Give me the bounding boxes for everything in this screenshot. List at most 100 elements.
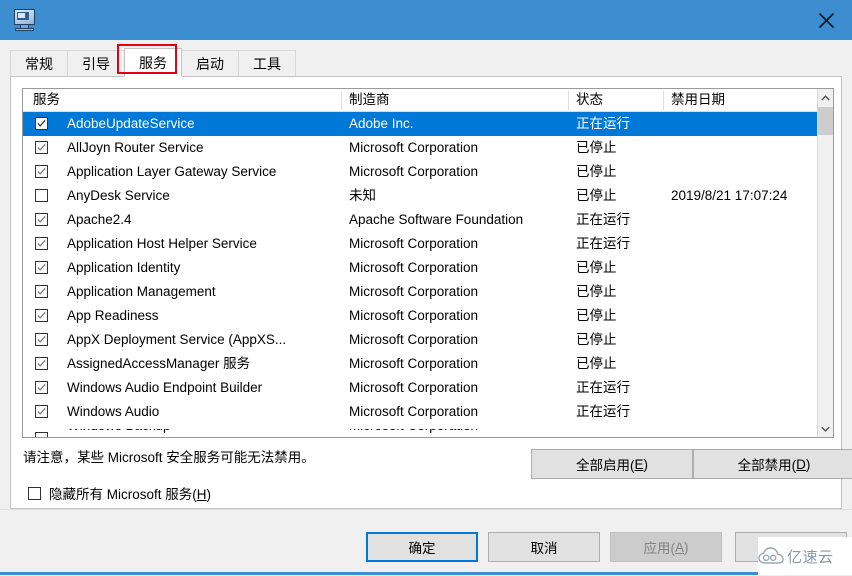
service-vendor: Microsoft Corporation bbox=[349, 332, 479, 347]
service-name: App Readiness bbox=[67, 308, 159, 323]
table-row[interactable]: AnyDesk Service 未知 已停止 2019/8/21 17:07:2… bbox=[23, 184, 817, 208]
column-header-disabled-date[interactable]: 禁用日期 bbox=[671, 89, 811, 111]
service-status: 正在运行 bbox=[576, 236, 630, 251]
service-date bbox=[671, 304, 817, 328]
table-row[interactable]: AdobeUpdateService Adobe Inc. 正在运行 bbox=[23, 112, 817, 136]
service-vendor: Microsoft Corporation bbox=[349, 236, 479, 251]
table-row[interactable]: Windows Audio Microsoft Corporation 正在运行 bbox=[23, 400, 817, 424]
service-name: AssignedAccessManager 服务 bbox=[67, 356, 251, 371]
hide-microsoft-services-checkbox[interactable] bbox=[28, 486, 41, 500]
service-vendor: Adobe Inc. bbox=[349, 116, 414, 131]
column-header-vendor[interactable]: 制造商 bbox=[349, 89, 561, 111]
service-enabled-checkbox[interactable] bbox=[35, 165, 48, 178]
apply-suffix: ) bbox=[684, 539, 689, 555]
service-status: 正在运行 bbox=[576, 380, 630, 395]
table-row[interactable]: Windows Audio Endpoint Builder Microsoft… bbox=[23, 376, 817, 400]
service-name: Application Identity bbox=[67, 260, 181, 275]
service-vendor: 未知 bbox=[349, 188, 376, 203]
disable-all-button[interactable]: 全部禁用(D) bbox=[693, 449, 852, 479]
service-date bbox=[671, 232, 817, 256]
service-enabled-checkbox[interactable] bbox=[35, 189, 48, 202]
service-date bbox=[671, 376, 817, 400]
service-name: Windows Backup bbox=[67, 429, 335, 437]
service-enabled-checkbox[interactable] bbox=[35, 285, 48, 298]
service-enabled-checkbox[interactable] bbox=[35, 117, 48, 130]
service-name: Windows Audio Endpoint Builder bbox=[67, 380, 263, 395]
ok-button[interactable]: 确定 bbox=[366, 532, 478, 562]
disable-all-suffix: ) bbox=[805, 456, 811, 472]
title-bar bbox=[0, 0, 852, 40]
enable-all-suffix: ) bbox=[643, 456, 649, 472]
hide-microsoft-services-option[interactable]: 隐藏所有 Microsoft 服务(H) bbox=[28, 483, 211, 503]
table-row[interactable]: Application Host Helper Service Microsof… bbox=[23, 232, 817, 256]
service-vendor: Microsoft Corporation bbox=[349, 284, 479, 299]
service-date bbox=[671, 328, 817, 352]
apply-accel: A bbox=[674, 539, 684, 555]
service-enabled-checkbox[interactable] bbox=[35, 333, 48, 346]
service-date bbox=[671, 280, 817, 304]
table-row[interactable]: Application Layer Gateway Service Micros… bbox=[23, 160, 817, 184]
service-enabled-checkbox[interactable] bbox=[35, 141, 48, 154]
security-services-note: 请注意，某些 Microsoft 安全服务可能无法禁用。 bbox=[23, 450, 315, 465]
system-configuration-icon bbox=[12, 6, 39, 33]
scroll-down-icon[interactable] bbox=[818, 420, 833, 437]
enable-all-prefix: 全部启用( bbox=[575, 458, 635, 473]
table-row[interactable]: Apache2.4 Apache Software Foundation 正在运… bbox=[23, 208, 817, 232]
service-name: AdobeUpdateService bbox=[67, 116, 195, 131]
service-enabled-checkbox[interactable] bbox=[35, 405, 48, 418]
service-enabled-checkbox[interactable] bbox=[35, 432, 48, 437]
close-icon[interactable] bbox=[800, 0, 852, 40]
column-header-status[interactable]: 状态 bbox=[576, 89, 658, 111]
table-row[interactable]: Windows Backup Microsoft Corporation bbox=[23, 429, 817, 437]
service-vendor: Microsoft Corporation bbox=[349, 356, 479, 371]
service-status: 正在运行 bbox=[576, 404, 630, 419]
tab-startup[interactable]: 启动 bbox=[181, 50, 239, 77]
tab-services[interactable]: 服务 bbox=[124, 48, 182, 77]
service-date bbox=[671, 160, 817, 184]
help-button[interactable] bbox=[735, 532, 847, 562]
disable-all-accel: D bbox=[796, 456, 806, 472]
service-enabled-checkbox[interactable] bbox=[35, 381, 48, 394]
hide-ms-accel: H bbox=[196, 487, 207, 502]
service-enabled-checkbox[interactable] bbox=[35, 309, 48, 322]
service-enabled-checkbox[interactable] bbox=[35, 357, 48, 370]
service-date bbox=[671, 208, 817, 232]
service-vendor: Microsoft Corporation bbox=[349, 380, 479, 395]
vertical-scrollbar[interactable] bbox=[817, 89, 833, 437]
service-vendor: Microsoft Corporation bbox=[349, 429, 561, 437]
tab-general[interactable]: 常规 bbox=[10, 50, 68, 77]
service-status: 已停止 bbox=[576, 332, 617, 347]
service-vendor: Microsoft Corporation bbox=[349, 164, 479, 179]
table-row[interactable]: AssignedAccessManager 服务 Microsoft Corpo… bbox=[23, 352, 817, 376]
tab-tools[interactable]: 工具 bbox=[238, 50, 296, 77]
tab-boot[interactable]: 引导 bbox=[67, 50, 125, 77]
scrollbar-thumb[interactable] bbox=[818, 107, 833, 135]
enable-all-button[interactable]: 全部启用(E) bbox=[531, 449, 693, 479]
service-status: 已停止 bbox=[576, 188, 617, 203]
service-date bbox=[671, 256, 817, 280]
scroll-up-icon[interactable] bbox=[818, 89, 833, 106]
cancel-button[interactable]: 取消 bbox=[488, 532, 600, 562]
hide-ms-prefix: 隐藏所有 Microsoft 服务( bbox=[49, 487, 197, 502]
enable-all-accel: E bbox=[634, 456, 644, 472]
column-header-service[interactable]: 服务 bbox=[33, 89, 333, 111]
service-status: 已停止 bbox=[576, 284, 617, 299]
service-status: 已停止 bbox=[576, 164, 617, 179]
service-enabled-checkbox[interactable] bbox=[35, 213, 48, 226]
table-row[interactable]: Application Management Microsoft Corpora… bbox=[23, 280, 817, 304]
service-date: 2019/8/21 17:07:24 bbox=[671, 188, 788, 203]
service-name: Apache2.4 bbox=[67, 212, 132, 227]
service-vendor: Microsoft Corporation bbox=[349, 404, 479, 419]
table-row[interactable]: Application Identity Microsoft Corporati… bbox=[23, 256, 817, 280]
service-name: Windows Audio bbox=[67, 404, 160, 419]
service-enabled-checkbox[interactable] bbox=[35, 261, 48, 274]
table-row[interactable]: App Readiness Microsoft Corporation 已停止 bbox=[23, 304, 817, 328]
service-vendor: Apache Software Foundation bbox=[349, 212, 524, 227]
service-vendor: Microsoft Corporation bbox=[349, 140, 479, 155]
table-row[interactable]: AppX Deployment Service (AppXS... Micros… bbox=[23, 328, 817, 352]
table-row[interactable]: AllJoyn Router Service Microsoft Corpora… bbox=[23, 136, 817, 160]
service-status: 正在运行 bbox=[576, 212, 630, 227]
service-enabled-checkbox[interactable] bbox=[35, 237, 48, 250]
service-date bbox=[671, 352, 817, 376]
services-list[interactable]: 服务 制造商 状态 禁用日期 AdobeUpdateService Adobe … bbox=[22, 88, 834, 438]
